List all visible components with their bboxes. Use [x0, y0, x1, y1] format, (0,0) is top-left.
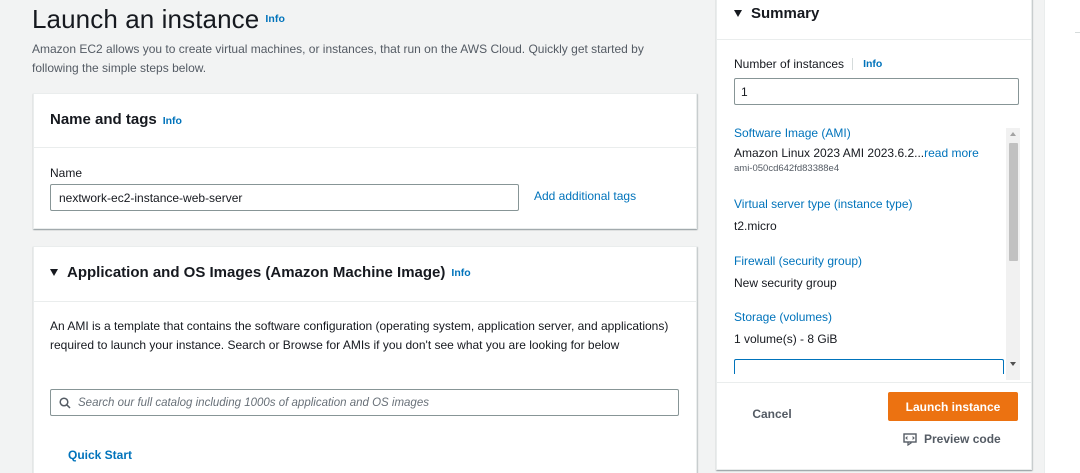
summary-panel: Summary Number of instances Info Softwar… — [716, 0, 1032, 470]
page-info-link[interactable]: Info — [265, 13, 285, 25]
add-additional-tags-link[interactable]: Add additional tags — [534, 189, 636, 203]
summary-key-ami[interactable]: Software Image (AMI) — [734, 126, 1004, 140]
ami-description: An AMI is a template that contains the s… — [50, 319, 669, 352]
number-of-instances-label: Number of instances Info — [734, 57, 882, 71]
summary-key-storage[interactable]: Storage (volumes) — [734, 310, 1004, 324]
name-and-tags-panel: Name and tags Info Name Add additional ta… — [33, 93, 697, 229]
summary-value-firewall: New security group — [734, 276, 837, 290]
summary-item-ami: Software Image (AMI) Amazon Linux 2023 A… — [734, 126, 1004, 174]
name-field-label: Name — [50, 166, 83, 180]
caret-down-icon — [734, 10, 742, 17]
ami-name: Amazon Linux 2023 AMI 2023.6.2... — [734, 146, 925, 160]
summary-item-instance-type: Virtual server type (instance type) t2.m… — [734, 197, 1004, 233]
summary-key-instance-type[interactable]: Virtual server type (instance type) — [734, 197, 1004, 211]
preview-code-button[interactable]: Preview code — [903, 432, 1001, 446]
summary-title: Summary — [751, 5, 820, 22]
name-and-tags-header: Name and tags Info — [34, 94, 696, 148]
name-field[interactable] — [50, 184, 519, 211]
ami-id: ami-050cd642fd83388e4 — [734, 163, 840, 174]
code-preview-icon — [903, 432, 917, 446]
summary-scrollbar[interactable] — [1006, 128, 1020, 380]
cancel-button[interactable]: Cancel — [737, 399, 807, 429]
page-title-text: Launch an instance — [32, 4, 260, 34]
ami-search-box[interactable] — [50, 389, 679, 416]
summary-item-storage: Storage (volumes) 1 volume(s) - 8 GiB — [734, 310, 1004, 346]
number-of-instances-text: Number of instances — [734, 57, 845, 71]
summary-key-firewall[interactable]: Firewall (security group) — [734, 254, 1004, 268]
divider — [852, 58, 854, 70]
search-icon — [59, 396, 71, 409]
scroll-up-icon[interactable] — [1010, 132, 1016, 136]
summary-item-firewall: Firewall (security group) New security g… — [734, 254, 1004, 290]
read-more-link[interactable]: read more — [924, 146, 979, 160]
name-and-tags-info-link[interactable]: Info — [163, 115, 182, 127]
gutter-divider — [1075, 32, 1080, 33]
launch-instance-button[interactable]: Launch instance — [888, 392, 1018, 421]
number-of-instances-info-link[interactable]: Info — [863, 58, 882, 70]
ami-panel: Application and OS Images (Amazon Machin… — [33, 246, 697, 473]
summary-value-storage: 1 volume(s) - 8 GiB — [734, 332, 838, 346]
summary-value-ami: Amazon Linux 2023 AMI 2023.6.2...read mo… — [734, 146, 1004, 160]
tab-quick-start[interactable]: Quick Start — [68, 448, 132, 462]
page-title: Launch an instance Info — [32, 4, 285, 35]
scroll-down-icon[interactable] — [1010, 362, 1016, 366]
ami-title: Application and OS Images (Amazon Machin… — [67, 264, 446, 281]
name-and-tags-title: Name and tags — [50, 111, 157, 128]
ami-info-link[interactable]: Info — [451, 267, 470, 279]
summary-details: Software Image (AMI) Amazon Linux 2023 A… — [717, 126, 1017, 374]
preview-code-label: Preview code — [924, 432, 1001, 446]
caret-down-icon — [50, 269, 58, 276]
scroll-thumb[interactable] — [1009, 143, 1018, 261]
summary-footer: Cancel Launch instance Preview code — [717, 382, 1031, 472]
summary-header[interactable]: Summary — [717, 0, 1031, 40]
page-description: Amazon EC2 allows you to create virtual … — [32, 42, 644, 75]
ami-search-input[interactable] — [78, 396, 658, 409]
number-of-instances-input[interactable] — [734, 78, 1019, 105]
summary-next-item — [734, 359, 1004, 374]
summary-value-instance-type: t2.micro — [734, 219, 777, 233]
right-gutter — [1044, 0, 1080, 473]
ami-header[interactable]: Application and OS Images (Amazon Machin… — [34, 247, 696, 302]
